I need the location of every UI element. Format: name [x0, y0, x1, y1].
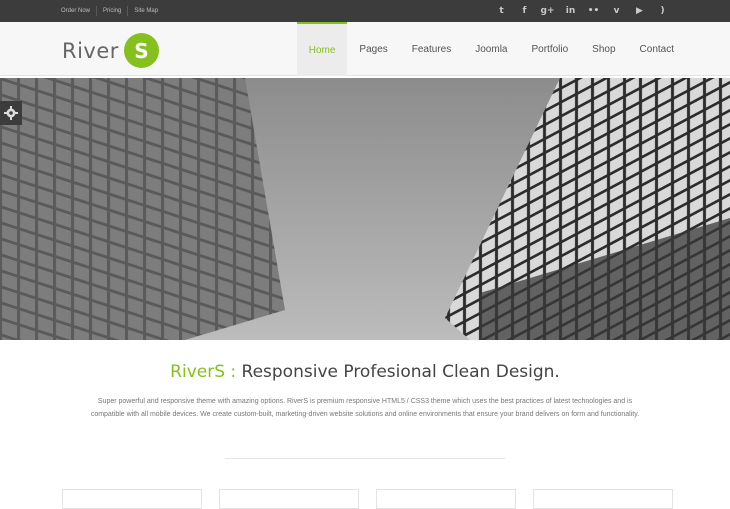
intro-brand: RiverS :	[170, 362, 237, 382]
site-header: River S Home Pages Features Joomla Portf…	[0, 22, 730, 76]
hero-slider-image	[0, 78, 730, 340]
youtube-icon[interactable]: ▶	[628, 0, 651, 22]
main-nav: Home Pages Features Joomla Portfolio Sho…	[296, 22, 686, 76]
nav-portfolio[interactable]: Portfolio	[519, 22, 580, 76]
top-bar: Order Now Pricing Site Map t f g+ in •• …	[0, 0, 730, 22]
nav-home[interactable]: Home	[296, 22, 348, 76]
nav-pages[interactable]: Pages	[347, 22, 399, 76]
facebook-icon[interactable]: f	[513, 0, 536, 22]
nav-contact[interactable]: Contact	[628, 22, 686, 76]
linkedin-icon[interactable]: in	[559, 0, 582, 22]
vimeo-icon[interactable]: v	[605, 0, 628, 22]
pricing-link[interactable]: Pricing	[96, 6, 127, 16]
settings-panel-toggle[interactable]	[0, 101, 22, 125]
logo-text: River	[62, 38, 119, 63]
nav-joomla[interactable]: Joomla	[463, 22, 519, 76]
intro-headline: RiverS : Responsive Profesional Clean De…	[0, 362, 730, 382]
order-now-link[interactable]: Order Now	[55, 6, 96, 16]
gear-icon	[4, 106, 18, 120]
section-divider	[225, 458, 505, 459]
hero-buildings-illustration	[0, 78, 730, 340]
googleplus-icon[interactable]: g+	[536, 0, 559, 22]
nav-features[interactable]: Features	[400, 22, 463, 76]
logo[interactable]: River S	[62, 33, 159, 68]
social-icons: t f g+ in •• v ▶ )	[490, 0, 674, 22]
intro-description: Super powerful and responsive theme with…	[90, 398, 640, 418]
flickr-icon[interactable]: ••	[582, 0, 605, 22]
logo-badge: S	[123, 33, 159, 68]
intro-headline-text: Responsive Profesional Clean Design.	[236, 362, 560, 382]
top-links: Order Now Pricing Site Map	[55, 0, 164, 22]
feature-box-3	[376, 489, 516, 509]
twitter-icon[interactable]: t	[490, 0, 513, 22]
nav-shop[interactable]: Shop	[580, 22, 627, 76]
feature-box-2	[219, 489, 359, 509]
site-map-link[interactable]: Site Map	[127, 6, 164, 16]
feature-box-4	[533, 489, 673, 509]
feature-box-1	[62, 489, 202, 509]
rss-icon[interactable]: )	[651, 0, 674, 22]
